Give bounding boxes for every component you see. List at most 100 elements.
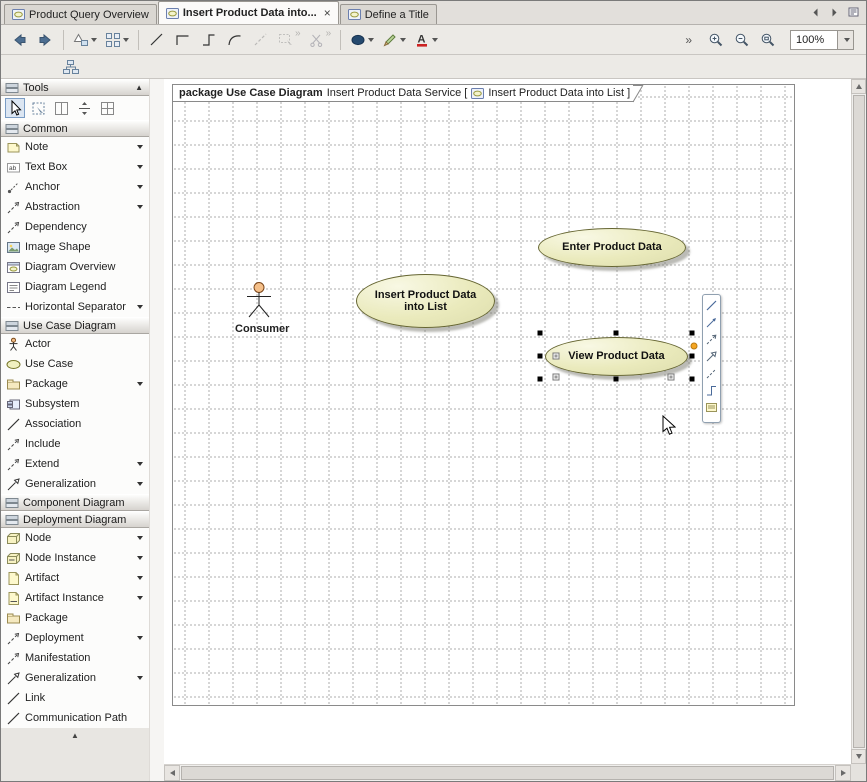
extend-tool-button[interactable] [704,383,719,398]
custom-path-style-button[interactable] [249,28,273,52]
bezier-path-style-button[interactable] [223,28,247,52]
box-selection-tool-button[interactable] [28,98,48,118]
zoom-level-combo[interactable]: 100% [790,30,854,50]
palette-item-deployment-package[interactable]: Package [1,608,149,628]
selection-handle-n[interactable] [614,331,619,336]
dropdown-arrow-icon[interactable] [137,576,143,580]
palette-section-common[interactable]: Common [1,120,149,137]
horizontal-scroll-thumb[interactable] [181,766,834,780]
zoom-to-fit-button[interactable] [756,28,780,52]
palette-item-communication-path[interactable]: Communication Path [1,708,149,728]
palette-item-artifact[interactable]: Artifact [1,568,149,588]
palette-item-dependency[interactable]: Dependency [1,217,149,237]
palette-item-deployment-generalization[interactable]: Generalization [1,668,149,688]
dropdown-arrow-icon[interactable] [137,382,143,386]
dropdown-arrow-icon[interactable] [137,596,143,600]
related-elements-button[interactable] [59,55,83,79]
selection-handle-nw[interactable] [538,331,543,336]
palette-item-text-box[interactable]: abText Box [1,157,149,177]
zoom-out-button[interactable] [730,28,754,52]
dropdown-arrow-icon[interactable] [137,636,143,640]
note-anchor-tool-button[interactable] [704,400,719,415]
palette-item-manifestation[interactable]: Manifestation [1,648,149,668]
next-tab-button[interactable] [826,4,842,20]
selection-handle-se[interactable] [690,377,695,382]
distribute-tool-button[interactable] [74,98,94,118]
palette-section-use-case-diagram[interactable]: Use Case Diagram [1,317,149,334]
quick-creation-button[interactable] [102,28,132,52]
palette-item-note[interactable]: Note [1,137,149,157]
dropdown-arrow-icon[interactable] [137,462,143,466]
tab-insert-product-data[interactable]: Insert Product Data into...× [158,1,339,24]
selection-handle-e[interactable] [690,354,695,359]
palette-section-component-diagram[interactable]: Component Diagram [1,494,149,511]
scroll-right-button[interactable] [835,765,851,781]
fill-color-button[interactable] [347,28,377,52]
diagram-canvas[interactable]: package Use Case Diagram Insert Product … [164,79,851,764]
dropdown-arrow-icon[interactable] [137,305,143,309]
palette-item-package[interactable]: Package [1,374,149,394]
rounded-path-style-button[interactable] [197,28,221,52]
shape-palette-button[interactable] [70,28,100,52]
tab-product-query-overview[interactable]: Product Query Overview [4,4,157,24]
palette-item-extend[interactable]: Extend [1,454,149,474]
horizontal-scrollbar[interactable] [164,764,851,781]
swimlane-tool-button[interactable] [51,98,71,118]
palette-item-diagram-legend[interactable]: Diagram Legend [1,277,149,297]
pen-color-button[interactable] [379,28,409,52]
dependency-tool-button[interactable] [704,332,719,347]
edit-compartment-button[interactable] [553,353,560,360]
dropdown-arrow-icon[interactable] [137,556,143,560]
palette-item-generalization[interactable]: Generalization [1,474,149,494]
forward-button[interactable] [33,28,57,52]
directed-association-tool-button[interactable] [704,315,719,330]
selection-handle-w[interactable] [538,354,543,359]
palette-item-horizontal-separator[interactable]: Horizontal Separator [1,297,149,317]
palette-scrollbar[interactable] [149,79,164,781]
selection-handle-ne[interactable] [690,331,695,336]
palette-section-tools[interactable]: Tools▲ [1,79,149,96]
suppress-content-button[interactable] [553,374,560,381]
vertical-scroll-thumb[interactable] [853,95,865,748]
palette-collapse-button[interactable]: ▲ [1,728,149,742]
palette-item-link[interactable]: Link [1,688,149,708]
back-button[interactable] [7,28,31,52]
oblique-path-style-button[interactable] [145,28,169,52]
zoom-in-button[interactable] [704,28,728,52]
palette-item-association[interactable]: Association [1,414,149,434]
palette-section-deployment-diagram[interactable]: Deployment Diagram [1,511,149,528]
use-case-insert-product-data-into-list[interactable]: Insert Product Data into List [356,274,495,328]
dropdown-arrow-icon[interactable] [137,676,143,680]
dropdown-arrow-icon[interactable] [137,145,143,149]
palette-item-deployment[interactable]: Deployment [1,628,149,648]
tab-list-button[interactable] [845,4,861,20]
use-case-view-product-data[interactable]: View Product Data [545,337,688,376]
close-tab-button[interactable]: × [324,8,331,18]
palette-item-diagram-overview[interactable]: Diagram Overview [1,257,149,277]
dropdown-arrow-icon[interactable] [137,205,143,209]
scroll-up-button[interactable] [851,79,866,94]
selection-tool-button[interactable] [5,98,25,118]
dropdown-arrow-icon[interactable] [137,536,143,540]
palette-item-subsystem[interactable]: Subsystem [1,394,149,414]
smart-link-handle[interactable] [691,343,698,350]
use-case-enter-product-data[interactable]: Enter Product Data [538,228,686,267]
select-region-button[interactable]: » [275,28,304,52]
previous-tab-button[interactable] [807,4,823,20]
layout-tool-button[interactable] [97,98,117,118]
palette-item-anchor[interactable]: Anchor [1,177,149,197]
palette-item-use-case[interactable]: Use Case [1,354,149,374]
cut-button[interactable]: » [306,28,335,52]
selection-handle-s[interactable] [614,377,619,382]
scroll-left-button[interactable] [164,765,180,781]
font-color-button[interactable]: A [411,28,441,52]
palette-item-node[interactable]: Node [1,528,149,548]
palette-item-include[interactable]: Include [1,434,149,454]
palette-item-abstraction[interactable]: Abstraction [1,197,149,217]
dropdown-arrow-icon[interactable] [137,185,143,189]
vertical-scrollbar[interactable] [851,79,866,764]
include-tool-button[interactable] [704,366,719,381]
dropdown-arrow-icon[interactable] [137,482,143,486]
palette-item-image-shape[interactable]: Image Shape [1,237,149,257]
dropdown-arrow-icon[interactable] [137,165,143,169]
